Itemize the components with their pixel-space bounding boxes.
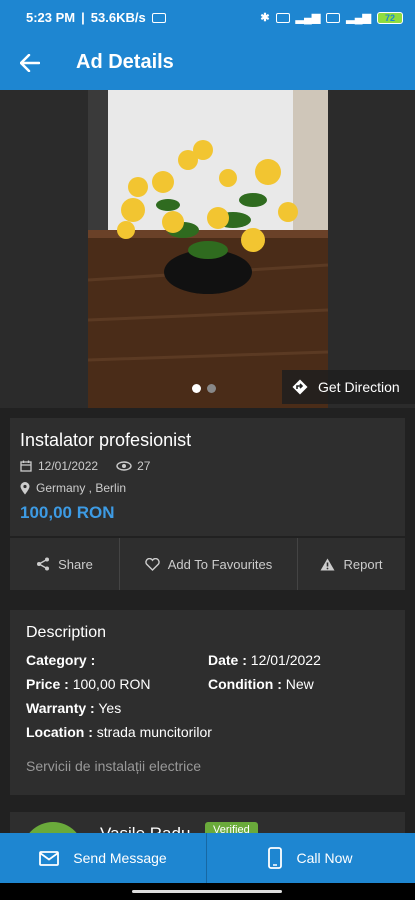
description-heading: Description (26, 624, 107, 641)
battery-icon: 72 (377, 11, 403, 24)
mail-icon (39, 850, 60, 866)
eye-icon (116, 461, 132, 471)
call-now-button[interactable]: Call Now (207, 833, 414, 883)
status-speed: 53.6KB/s (90, 10, 146, 25)
phone-icon (268, 847, 283, 869)
share-label: Share (58, 556, 93, 572)
status-time: 5:23 PM (26, 10, 76, 25)
gallery-dot-2[interactable] (207, 384, 216, 393)
ad-price: 100,00 RON (20, 503, 115, 522)
signal-icon-2: ▂▄▆ (346, 12, 371, 24)
description-text: Servicii de instalații electrice (26, 758, 202, 774)
home-gesture-handle[interactable] (132, 890, 282, 893)
message-icon (151, 12, 166, 23)
system-nav-bar (0, 883, 415, 900)
location-pin-icon (20, 481, 30, 494)
get-direction-label: Get Direction (318, 379, 400, 395)
report-button[interactable]: Report (298, 538, 405, 590)
report-label: Report (343, 556, 383, 572)
warning-icon (320, 558, 335, 570)
add-to-favourites-button[interactable]: Add To Favourites (120, 538, 298, 590)
calendar-icon (20, 460, 32, 472)
back-button[interactable] (0, 35, 60, 90)
bottom-action-bar: Send Message Call Now (0, 833, 415, 883)
signal-icon: ▂▄▆ (295, 12, 321, 24)
share-button[interactable]: Share (10, 538, 120, 590)
share-icon (37, 557, 50, 571)
warranty-field: Warranty : Yes (26, 700, 122, 716)
send-message-label: Send Message (73, 850, 167, 866)
ad-title: Instalator profesionist (20, 430, 192, 450)
image-gallery[interactable]: Get Direction (0, 90, 415, 408)
price-field: Price : 100,00 RON (26, 676, 151, 692)
get-direction-button[interactable]: Get Direction (282, 370, 415, 404)
directions-icon (292, 379, 308, 395)
ad-actions: Share Add To Favourites Report (10, 538, 405, 590)
favourites-label: Add To Favourites (167, 556, 273, 572)
category-field: Category : (26, 652, 96, 668)
ad-info-card: Instalator profesionist 12/01/2022 27 Ge… (10, 418, 405, 536)
ad-location: Germany , Berlin (36, 481, 127, 495)
status-bar: 5:23 PM | 53.6KB/s ✱ ▂▄▆ ▂▄▆ 72 (0, 0, 415, 35)
arrow-left-icon (20, 53, 40, 72)
heart-icon (145, 557, 160, 571)
call-now-label: Call Now (296, 850, 353, 866)
ad-date: 12/01/2022 (38, 459, 99, 473)
ad-photo[interactable] (88, 90, 328, 408)
date-field: Date : 12/01/2022 (208, 652, 321, 668)
app-bar: Ad Details (0, 35, 415, 90)
hd-icon (275, 12, 290, 23)
gallery-dot-1[interactable] (192, 384, 201, 393)
location-field: Location : strada muncitorilor (26, 724, 212, 740)
volte-icon (326, 12, 341, 23)
bluetooth-icon: ✱ (260, 12, 270, 24)
send-message-button[interactable]: Send Message (0, 833, 207, 883)
gallery-dots (192, 384, 216, 393)
description-card: Description Category : Date : 12/01/2022… (10, 610, 405, 795)
condition-field: Condition : New (208, 676, 314, 692)
page-title: Ad Details (76, 51, 174, 73)
ad-views: 27 (137, 459, 151, 473)
